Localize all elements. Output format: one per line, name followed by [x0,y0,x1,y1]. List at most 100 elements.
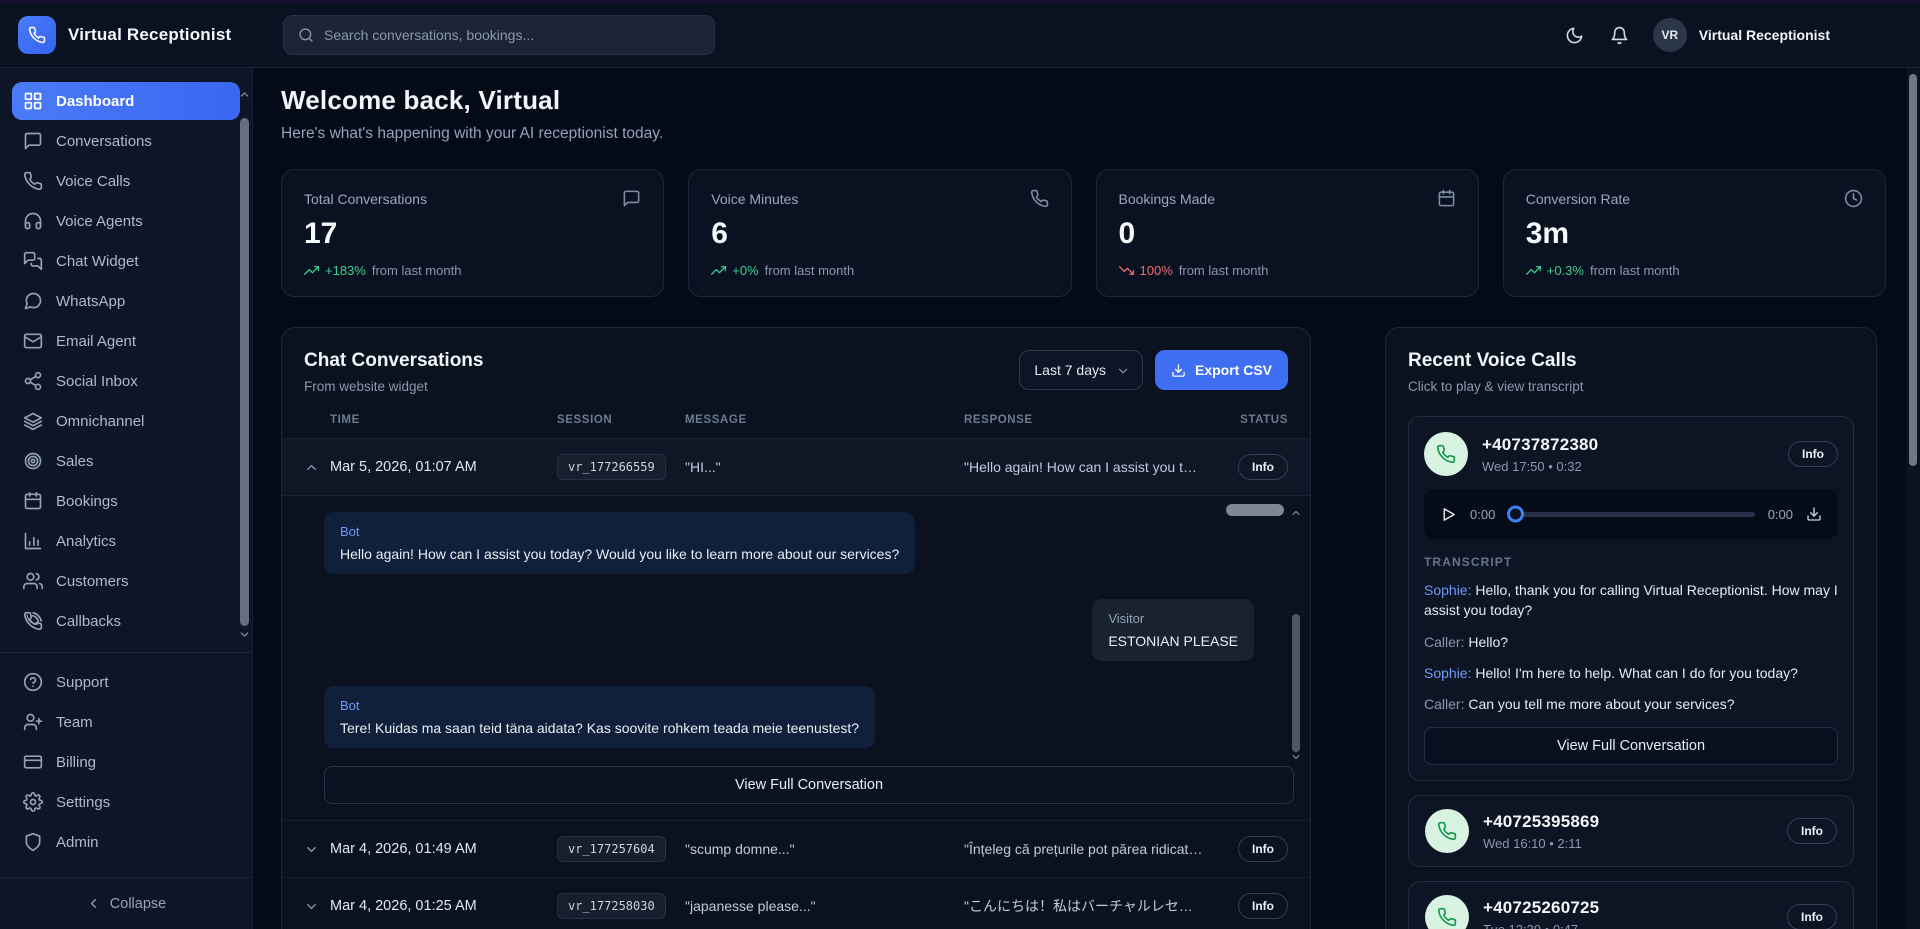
seek-slider-thumb[interactable] [1507,506,1524,523]
sidebar-item-label: Social Inbox [56,373,138,390]
message-square-icon [23,131,43,151]
sidebar-item-sales[interactable]: Sales [12,442,240,480]
table-body: Mar 5, 2026, 01:07 AM vr_177266559 "HI..… [282,439,1310,929]
chat-scrollbar[interactable] [1290,510,1302,758]
credit-card-icon [23,752,43,772]
chevron-left-icon [86,896,101,912]
voice-call-card[interactable]: +40725260725 Tue 12:39 • 0:47 Info [1408,881,1854,929]
voice-call-card[interactable]: +40725395869 Wed 16:10 • 2:11 Info [1408,795,1854,867]
chat-conversations-panel: Chat Conversations From website widget L… [281,327,1311,929]
recent-voice-calls-panel: Recent Voice Calls Click to play & view … [1385,327,1877,929]
user-name: Virtual Receptionist [1699,27,1830,43]
sidebar-item-dashboard[interactable]: Dashboard [12,82,240,120]
stat-delta-suffix: from last month [1590,263,1680,278]
sidebar-item-omnichannel[interactable]: Omnichannel [12,402,240,440]
chevron-down-icon [304,899,319,914]
seek-slider[interactable] [1508,512,1754,517]
sidebar-item-chat-widget[interactable]: Chat Widget [12,242,240,280]
conversation-row[interactable]: Mar 4, 2026, 01:49 AM vr_177257604 "scum… [282,821,1310,878]
view-full-conversation-button[interactable]: View Full Conversation [324,766,1294,804]
target-icon [23,451,43,471]
column-response: RESPONSE [964,414,1218,426]
chat-bubble: Visitor ESTONIAN PLEASE [1092,599,1254,661]
download-recording-button[interactable] [1806,506,1822,522]
sidebar-item-billing[interactable]: Billing [12,743,240,781]
message-square-icon [622,189,641,208]
scroll-down-icon[interactable] [1290,748,1302,766]
stat-label: Conversion Rate [1526,191,1630,207]
conversation-message: "scump domne..." [685,841,964,857]
chat-scrollbar-thumb[interactable] [1292,614,1300,752]
bubble-text: ESTONIAN PLEASE [1108,633,1238,649]
chat-panel-header: Chat Conversations From website widget L… [282,350,1310,394]
bell-icon [1610,26,1629,45]
call-meta: Wed 17:50 • 0:32 [1482,459,1598,474]
sidebar-item-voice-calls[interactable]: Voice Calls [12,162,240,200]
moon-icon [1565,26,1584,45]
trending-down-icon [1119,263,1134,278]
sidebar-item-admin[interactable]: Admin [12,823,240,861]
info-badge[interactable]: Info [1788,441,1838,467]
info-badge[interactable]: Info [1787,818,1837,844]
sidebar-item-settings[interactable]: Settings [12,783,240,821]
stats-row: Total Conversations 17 +183% from last m… [281,169,1886,297]
sidebar-item-label: Admin [56,834,99,851]
sidebar-item-analytics[interactable]: Analytics [12,522,240,560]
info-badge[interactable]: Info [1238,836,1288,862]
info-badge[interactable]: Info [1238,454,1288,480]
conversation-row[interactable]: Mar 4, 2026, 01:25 AM vr_177258030 "japa… [282,878,1310,929]
scroll-up-icon[interactable] [237,86,251,104]
page-scrollbar-thumb[interactable] [1909,74,1917,466]
sidebar-scrollbar-thumb[interactable] [240,118,249,626]
scroll-down-icon[interactable] [237,626,251,644]
play-button[interactable] [1440,506,1457,523]
transcript-line: Sophie: Hello! I'm here to help. What ca… [1424,663,1838,683]
view-full-conversation-button[interactable]: View Full Conversation [1424,727,1838,765]
user-avatar[interactable]: VR [1653,18,1687,52]
sidebar-item-whatsapp[interactable]: WhatsApp [12,282,240,320]
sidebar-item-voice-agents[interactable]: Voice Agents [12,202,240,240]
sidebar-item-label: Callbacks [56,613,121,630]
export-csv-button[interactable]: Export CSV [1155,350,1288,390]
search-input[interactable] [324,27,700,43]
info-badge[interactable]: Info [1238,893,1288,919]
headphones-icon [23,211,43,231]
remaining-time: 0:00 [1768,507,1793,522]
call-meta: Tue 12:39 • 0:47 [1483,922,1599,929]
search-box[interactable] [283,15,715,55]
sidebar-item-label: Customers [56,573,129,590]
scroll-up-icon[interactable] [1290,504,1302,522]
sidebar-item-team[interactable]: Team [12,703,240,741]
clock-icon [1844,189,1863,208]
date-range-select[interactable]: Last 7 days [1019,350,1143,390]
sidebar-item-callbacks[interactable]: Callbacks [12,602,240,640]
transcript-line: Caller: Hello? [1424,632,1838,652]
bell-icon [1610,26,1629,45]
sidebar-scrollbar[interactable] [237,86,251,666]
sidebar-collapse-button[interactable]: Collapse [0,877,252,929]
info-badge[interactable]: Info [1787,904,1837,929]
transcript-line: Caller: Can you tell me more about your … [1424,694,1838,714]
call-number: +40725395869 [1483,812,1599,832]
sidebar-item-email-agent[interactable]: Email Agent [12,322,240,360]
page-scrollbar[interactable] [1906,68,1920,929]
call-avatar [1425,895,1469,929]
transcript-speaker: Sophie: [1424,582,1471,598]
help-circle-icon [23,672,43,692]
layers-icon [23,411,43,431]
moon-icon [1565,26,1584,45]
chat-bubble: Bot Hello again! How can I assist you to… [324,512,915,574]
sidebar-item-conversations[interactable]: Conversations [12,122,240,160]
sidebar-item-support[interactable]: Support [12,663,240,701]
sidebar-item-social-inbox[interactable]: Social Inbox [12,362,240,400]
notifications-button[interactable] [1610,26,1629,45]
chevron-up-icon [238,88,251,101]
call-meta: Wed 16:10 • 2:11 [1483,836,1599,851]
sidebar-item-bookings[interactable]: Bookings [12,482,240,520]
conversation-row[interactable]: Mar 5, 2026, 01:07 AM vr_177266559 "HI..… [282,439,1310,496]
stat-delta-suffix: from last month [1179,263,1269,278]
sidebar-item-customers[interactable]: Customers [12,562,240,600]
voice-call-card[interactable]: +40737872380 Wed 17:50 • 0:32 Info 0:00 … [1408,416,1854,781]
theme-toggle-button[interactable] [1565,26,1584,45]
sidebar-item-label: Team [56,714,93,731]
